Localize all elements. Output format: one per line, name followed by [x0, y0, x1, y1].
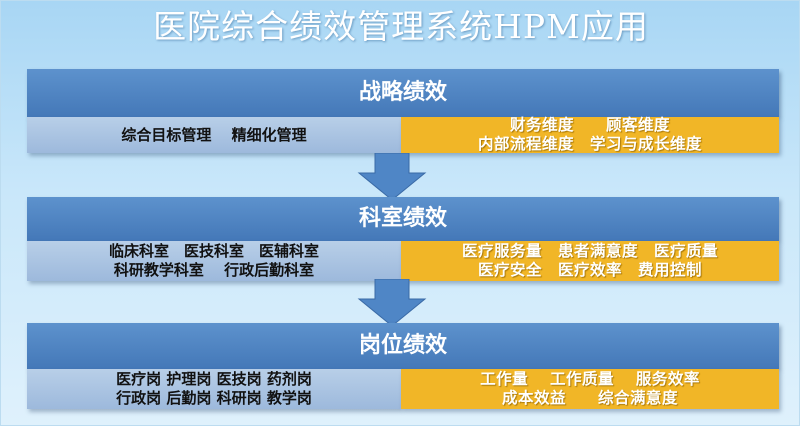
strategic-title: 战略绩效	[358, 80, 447, 105]
position-left-panel: 医疗岗 护理岗 医技岗 药剂岗 行政岗 后勤岗 科研岗 教学岗	[27, 369, 401, 409]
department-right-panel: 医疗服务量 患者满意度 医疗质量 医疗安全 医疗效率 费用控制	[401, 241, 779, 281]
strategic-left-panel: 综合目标管理 精细化管理	[27, 117, 401, 153]
strategic-right-line-2: 内部流程维度 学习与成长维度	[477, 135, 702, 153]
position-header: 岗位绩效	[27, 323, 779, 369]
strategic-left-line-1: 综合目标管理 精细化管理	[121, 125, 307, 144]
department-title: 科室绩效	[358, 206, 447, 231]
position-title: 岗位绩效	[358, 333, 447, 358]
strategic-header: 战略绩效	[27, 69, 779, 117]
down-arrow-icon	[357, 279, 427, 327]
page-title: 医院综合绩效管理系统HPM应用	[153, 7, 649, 46]
department-right-line-2: 医疗安全 医疗效率 费用控制	[477, 261, 702, 279]
position-left-line-1: 医疗岗 护理岗 医技岗 药剂岗	[116, 370, 312, 388]
strategic-right-panel: 财务维度 顾客维度 内部流程维度 学习与成长维度	[401, 116, 779, 153]
department-left-line-1: 临床科室 医技科室 医辅科室	[108, 242, 319, 260]
position-left-line-2: 行政岗 后勤岗 科研岗 教学岗	[116, 389, 312, 407]
department-header: 科室绩效	[27, 197, 779, 241]
diagram-frame: 医院综合绩效管理系统HPM应用 战略绩效 综合目标管理 精细化管理 财务维度 顾…	[0, 0, 800, 426]
department-left-line-2: 科研教学科室 行政后勤科室	[113, 261, 315, 279]
department-right-line-1: 医疗服务量 患者满意度 医疗质量	[461, 242, 718, 260]
position-right-panel: 工作量 工作质量 服务效率 成本效益 综合满意度	[401, 369, 779, 409]
strategic-right-line-1: 财务维度 顾客维度	[509, 116, 670, 134]
position-right-line-2: 成本效益 综合满意度	[501, 389, 678, 407]
department-left-panel: 临床科室 医技科室 医辅科室 科研教学科室 行政后勤科室	[27, 241, 401, 281]
down-arrow-icon	[357, 153, 427, 201]
position-right-line-1: 工作量 工作质量 服务效率	[480, 370, 700, 388]
